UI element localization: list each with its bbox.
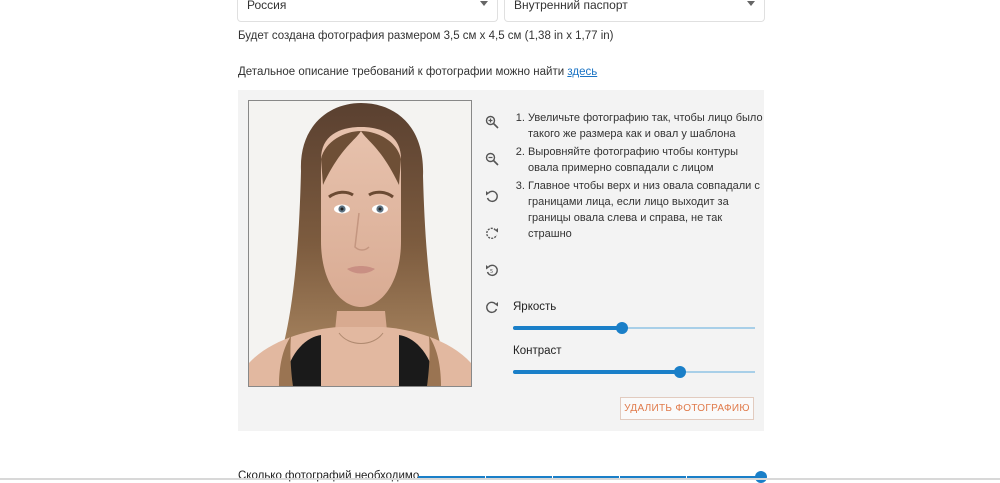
instruction-item: Главное чтобы верх и низ овала совпадали… — [528, 178, 768, 242]
rotate-right-icon[interactable] — [482, 223, 502, 243]
delete-photo-button[interactable]: УДАЛИТЬ ФОТОГРАФИЮ — [620, 397, 754, 420]
slider-thumb[interactable] — [615, 322, 628, 334]
instruction-item: Выровняйте фотографию чтобы контуры овал… — [528, 144, 768, 176]
photo-preview[interactable] — [248, 100, 472, 387]
brightness-label: Яркость — [513, 301, 557, 313]
requirements-text: Детальное описание требований к фотограф… — [238, 66, 565, 78]
photo-size-text: Будет создана фотография размером 3,5 см… — [238, 30, 614, 42]
rotate-right-step-icon[interactable] — [482, 297, 502, 317]
country-select-value: Россия — [247, 0, 287, 12]
slider-fill — [513, 370, 680, 374]
slider-thumb[interactable] — [673, 366, 686, 378]
zoom-out-icon[interactable] — [482, 149, 502, 169]
chevron-down-icon — [747, 1, 755, 6]
copies-slider[interactable] — [418, 470, 767, 483]
contrast-label: Контраст — [513, 345, 562, 357]
requirements-description: Детальное описание требований к фотограф… — [238, 66, 597, 78]
brightness-slider[interactable] — [513, 322, 755, 334]
rotate-left-icon[interactable] — [482, 186, 502, 206]
instruction-item: Увеличьте фотографию так, чтобы лицо был… — [528, 110, 768, 142]
copies-label: Сколько фотографий необходимо — [238, 470, 420, 482]
instructions-list: Увеличьте фотографию так, чтобы лицо был… — [510, 110, 768, 244]
document-select-value: Внутренний паспорт — [514, 0, 628, 12]
document-type-select[interactable]: Внутренний паспорт — [504, 0, 765, 22]
photo-editor-panel: 5 Увеличьте фотографию так, чтобы лицо б… — [238, 90, 764, 431]
contrast-slider[interactable] — [513, 366, 755, 378]
slider-fill — [513, 326, 622, 330]
country-select[interactable]: Россия — [237, 0, 498, 22]
chevron-down-icon — [480, 1, 488, 6]
svg-text:5: 5 — [490, 269, 493, 275]
requirements-link[interactable]: здесь — [567, 66, 597, 78]
rotate-left-step-icon[interactable]: 5 — [482, 260, 502, 280]
slider-thumb[interactable] — [755, 471, 767, 483]
zoom-in-icon[interactable] — [482, 112, 502, 132]
